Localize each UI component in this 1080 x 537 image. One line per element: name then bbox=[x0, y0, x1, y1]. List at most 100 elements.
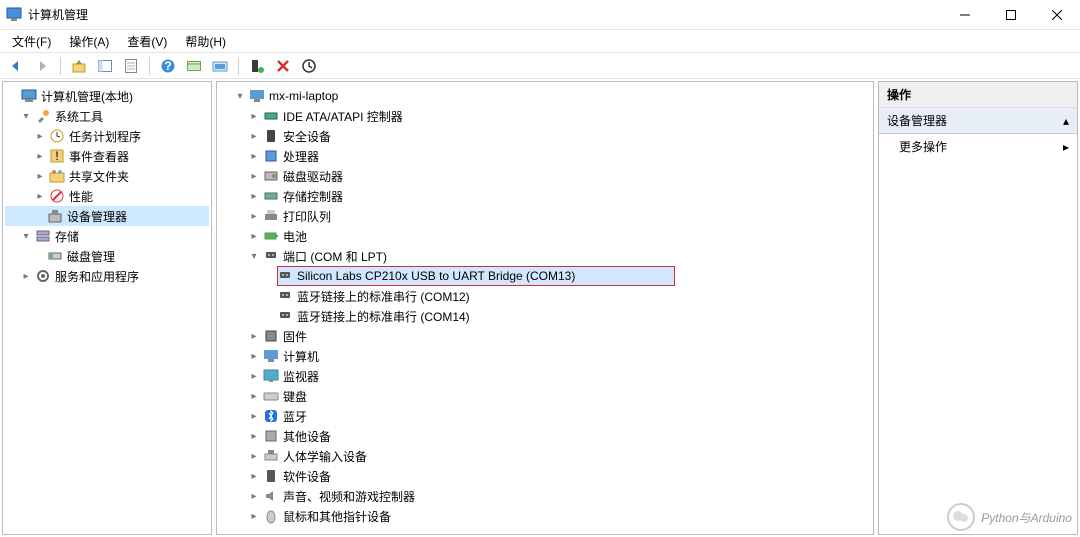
chevron-right-icon: ▸ bbox=[1063, 140, 1069, 154]
show-hide-tree-button[interactable] bbox=[93, 55, 117, 77]
device-hid[interactable]: ▸ 人体学输入设备 bbox=[219, 446, 871, 466]
chevron-right-icon[interactable]: ▸ bbox=[247, 229, 261, 243]
main-area: 计算机管理(本地) ▾ 系统工具 ▸ 任务计划程序 ▸ ! 事件查看器 ▸ 共享… bbox=[0, 79, 1080, 537]
tree-event-viewer[interactable]: ▸ ! 事件查看器 bbox=[5, 146, 209, 166]
tree-label: 蓝牙链接上的标准串行 (COM14) bbox=[297, 308, 470, 325]
chevron-right-icon[interactable]: ▸ bbox=[33, 129, 47, 143]
tree-sys-tools[interactable]: ▾ 系统工具 bbox=[5, 106, 209, 126]
device-tree: ▾ mx-mi-laptop ▸IDE ATA/ATAPI 控制器 ▸安全设备 … bbox=[217, 82, 873, 530]
device-storage-ctrl[interactable]: ▸存储控制器 bbox=[219, 186, 871, 206]
menu-action[interactable]: 操作(A) bbox=[61, 31, 117, 52]
tree-label: 任务计划程序 bbox=[69, 128, 141, 145]
uninstall-button[interactable] bbox=[271, 55, 295, 77]
tree-shared-folders[interactable]: ▸ 共享文件夹 bbox=[5, 166, 209, 186]
chevron-right-icon[interactable]: ▸ bbox=[33, 169, 47, 183]
menu-view[interactable]: 查看(V) bbox=[119, 31, 175, 52]
forward-button[interactable] bbox=[30, 55, 54, 77]
chevron-right-icon[interactable]: ▸ bbox=[247, 389, 261, 403]
properties-button[interactable] bbox=[119, 55, 143, 77]
chevron-down-icon[interactable]: ▾ bbox=[247, 249, 261, 263]
actions-pane: 操作 设备管理器 ▴ 更多操作 ▸ bbox=[878, 81, 1078, 535]
port-icon bbox=[277, 288, 293, 304]
left-pane[interactable]: 计算机管理(本地) ▾ 系统工具 ▸ 任务计划程序 ▸ ! 事件查看器 ▸ 共享… bbox=[2, 81, 212, 535]
back-button[interactable] bbox=[4, 55, 28, 77]
chevron-right-icon[interactable]: ▸ bbox=[247, 169, 261, 183]
chevron-right-icon[interactable]: ▸ bbox=[247, 509, 261, 523]
device-disk-drives[interactable]: ▸磁盘驱动器 bbox=[219, 166, 871, 186]
device-processors[interactable]: ▸处理器 bbox=[219, 146, 871, 166]
tree-device-manager[interactable]: 设备管理器 bbox=[5, 206, 209, 226]
tree-label: Silicon Labs CP210x USB to UART Bridge (… bbox=[297, 269, 575, 283]
menu-help[interactable]: 帮助(H) bbox=[177, 31, 234, 52]
tree-disk-mgmt[interactable]: 磁盘管理 bbox=[5, 246, 209, 266]
cpu-icon bbox=[263, 148, 279, 164]
chevron-right-icon[interactable]: ▸ bbox=[247, 149, 261, 163]
device-firmware[interactable]: ▸固件 bbox=[219, 326, 871, 346]
up-button[interactable] bbox=[67, 55, 91, 77]
actions-section[interactable]: 设备管理器 ▴ bbox=[879, 108, 1077, 134]
center-pane[interactable]: ▾ mx-mi-laptop ▸IDE ATA/ATAPI 控制器 ▸安全设备 … bbox=[216, 81, 874, 535]
chevron-right-icon[interactable]: ▸ bbox=[247, 469, 261, 483]
chevron-right-icon[interactable]: ▸ bbox=[247, 129, 261, 143]
enable-device-button[interactable] bbox=[245, 55, 269, 77]
device-batteries[interactable]: ▸电池 bbox=[219, 226, 871, 246]
tree-services-apps[interactable]: ▸ 服务和应用程序 bbox=[5, 266, 209, 286]
actions-more[interactable]: 更多操作 ▸ bbox=[879, 134, 1077, 159]
scan-hardware-button[interactable] bbox=[297, 55, 321, 77]
device-security[interactable]: ▸安全设备 bbox=[219, 126, 871, 146]
chevron-down-icon[interactable]: ▾ bbox=[19, 229, 33, 243]
chevron-down-icon[interactable]: ▾ bbox=[19, 109, 33, 123]
chevron-right-icon[interactable]: ▸ bbox=[247, 349, 261, 363]
disk-icon bbox=[263, 168, 279, 184]
device-bluetooth[interactable]: ▸蓝牙 bbox=[219, 406, 871, 426]
device-port-bt14[interactable]: 蓝牙链接上的标准串行 (COM14) bbox=[219, 306, 871, 326]
device-sound[interactable]: ▸声音、视频和游戏控制器 bbox=[219, 486, 871, 506]
device-port-cp210x[interactable]: Silicon Labs CP210x USB to UART Bridge (… bbox=[277, 266, 675, 286]
wechat-icon bbox=[947, 503, 975, 531]
menu-file[interactable]: 文件(F) bbox=[4, 31, 59, 52]
device-mice[interactable]: ▸ 鼠标和其他指针设备 bbox=[219, 506, 871, 526]
device-ide[interactable]: ▸IDE ATA/ATAPI 控制器 bbox=[219, 106, 871, 126]
watermark: Python与Arduino bbox=[947, 503, 1072, 531]
close-button[interactable] bbox=[1034, 0, 1080, 30]
chevron-right-icon[interactable]: ▸ bbox=[247, 189, 261, 203]
chevron-right-icon[interactable]: ▸ bbox=[247, 109, 261, 123]
maximize-button[interactable] bbox=[988, 0, 1034, 30]
chevron-right-icon[interactable]: ▸ bbox=[247, 369, 261, 383]
help-button[interactable]: ? bbox=[156, 55, 180, 77]
tree-task-scheduler[interactable]: ▸ 任务计划程序 bbox=[5, 126, 209, 146]
window-title: 计算机管理 bbox=[28, 6, 88, 23]
device-root[interactable]: ▾ mx-mi-laptop bbox=[219, 86, 871, 106]
chevron-right-icon[interactable]: ▸ bbox=[247, 409, 261, 423]
chevron-right-icon[interactable]: ▸ bbox=[247, 429, 261, 443]
tree-root[interactable]: 计算机管理(本地) bbox=[5, 86, 209, 106]
chevron-right-icon[interactable]: ▸ bbox=[247, 329, 261, 343]
chevron-right-icon[interactable]: ▸ bbox=[19, 269, 33, 283]
chevron-right-icon[interactable]: ▸ bbox=[33, 189, 47, 203]
chevron-right-icon[interactable]: ▸ bbox=[247, 449, 261, 463]
minimize-button[interactable] bbox=[942, 0, 988, 30]
device-other[interactable]: ▸其他设备 bbox=[219, 426, 871, 446]
chevron-right-icon[interactable]: ▸ bbox=[247, 209, 261, 223]
tree-label: 人体学输入设备 bbox=[283, 448, 367, 465]
tree-performance[interactable]: ▸ 性能 bbox=[5, 186, 209, 206]
tree-label: mx-mi-laptop bbox=[269, 89, 338, 103]
tree-label: 性能 bbox=[69, 188, 93, 205]
device-software[interactable]: ▸软件设备 bbox=[219, 466, 871, 486]
device-ports[interactable]: ▾端口 (COM 和 LPT) bbox=[219, 246, 871, 266]
view-resources-button[interactable] bbox=[208, 55, 232, 77]
device-computer[interactable]: ▸计算机 bbox=[219, 346, 871, 366]
tree-storage[interactable]: ▾ 存储 bbox=[5, 226, 209, 246]
chevron-right-icon[interactable]: ▸ bbox=[247, 489, 261, 503]
device-port-bt12[interactable]: 蓝牙链接上的标准串行 (COM12) bbox=[219, 286, 871, 306]
chevron-down-icon[interactable]: ▾ bbox=[233, 89, 247, 103]
device-print-queues[interactable]: ▸打印队列 bbox=[219, 206, 871, 226]
collapse-icon[interactable]: ▴ bbox=[1063, 114, 1069, 128]
view-devices-button[interactable] bbox=[182, 55, 206, 77]
storage-ctrl-icon bbox=[263, 188, 279, 204]
device-monitors[interactable]: ▸监视器 bbox=[219, 366, 871, 386]
device-keyboards[interactable]: ▸键盘 bbox=[219, 386, 871, 406]
tree-label: 鼠标和其他指针设备 bbox=[283, 508, 391, 525]
services-icon bbox=[35, 268, 51, 284]
chevron-right-icon[interactable]: ▸ bbox=[33, 149, 47, 163]
